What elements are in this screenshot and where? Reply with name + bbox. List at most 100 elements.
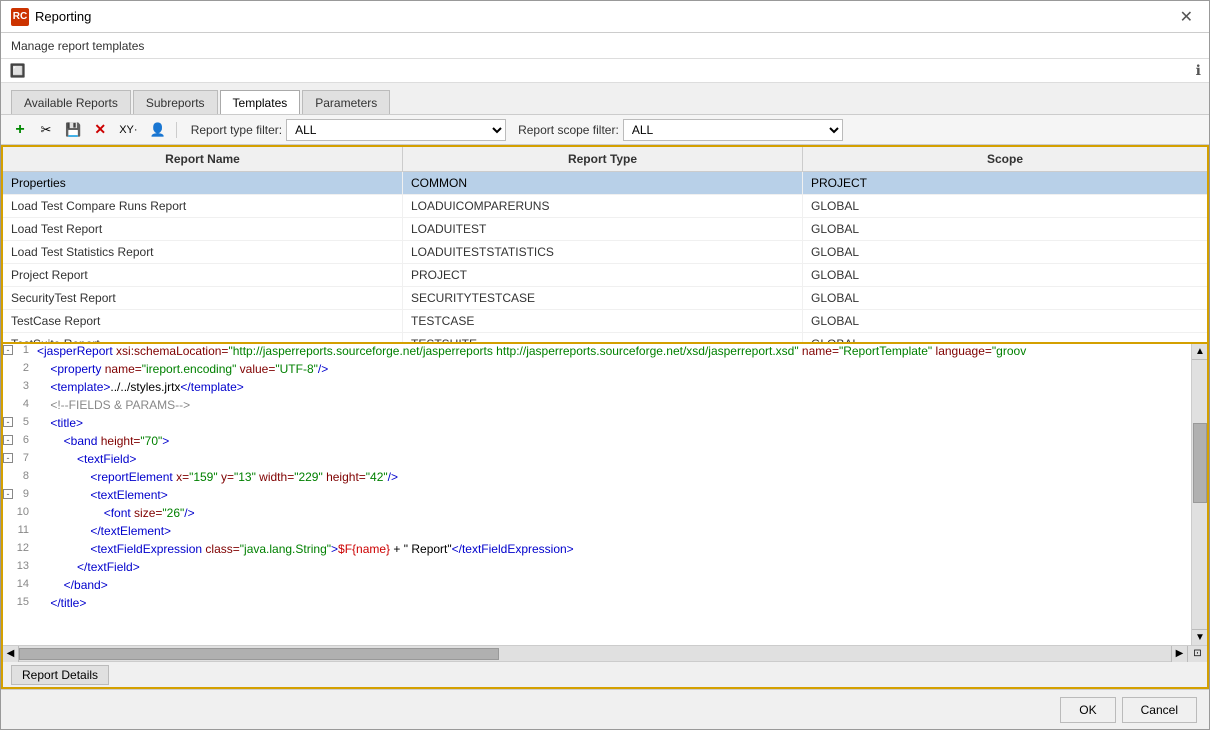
person-button[interactable]: 👤 — [146, 119, 170, 141]
code-token-value: "http://jasperreports.sourceforge.net/ja… — [228, 344, 798, 358]
line-number: 10 — [15, 506, 29, 518]
line-number: 3 — [15, 380, 29, 392]
code-editor[interactable]: -1<jasperReport xsi:schemaLocation="http… — [3, 344, 1191, 645]
main-dialog: RC Reporting ✕ Manage report templates 🔲… — [0, 0, 1210, 730]
fold-icon[interactable]: - — [3, 453, 13, 463]
app-icon: RC — [11, 8, 29, 26]
cell-name: Properties — [3, 172, 403, 194]
vertical-scrollbar[interactable]: ▲ ▼ — [1191, 344, 1207, 645]
code-line: 8 <reportElement x="159" y="13" width="2… — [3, 470, 1175, 488]
code-line: 13 </textField> — [3, 560, 1175, 578]
line-number: 15 — [15, 596, 29, 608]
tab-templates[interactable]: Templates — [220, 90, 301, 114]
report-type-filter-label: Report type filter: — [191, 123, 282, 137]
code-token-value: "159" — [189, 470, 218, 484]
table-row[interactable]: Project ReportPROJECTGLOBAL — [3, 264, 1207, 287]
tab-parameters[interactable]: Parameters — [302, 90, 390, 114]
code-content[interactable]: <template>../../styles.jrtx</template> — [33, 380, 1175, 394]
tab-subreports[interactable]: Subreports — [133, 90, 218, 114]
line-gutter: -1 — [3, 344, 33, 356]
ok-button[interactable]: OK — [1060, 697, 1115, 723]
line-number: 6 — [15, 434, 29, 446]
line-number: 1 — [15, 344, 29, 356]
delete-button[interactable]: ✕ — [89, 119, 111, 141]
col-header-type: Report Type — [403, 147, 803, 171]
table-body: PropertiesCOMMONPROJECTLoad Test Compare… — [3, 172, 1207, 342]
code-content[interactable]: <textFieldExpression class="java.lang.St… — [33, 542, 1175, 556]
scroll-left-btn[interactable]: ◀ — [3, 646, 19, 662]
code-content[interactable]: <font size="26"/> — [33, 506, 1175, 520]
code-token-attr: width= — [256, 470, 294, 484]
line-number: 4 — [15, 398, 29, 410]
horizontal-scrollbar[interactable]: ◀ ▶ ⊡ — [3, 645, 1207, 661]
code-content[interactable]: <textField> — [33, 452, 1175, 466]
hscroll-thumb[interactable] — [19, 648, 499, 660]
code-token-value: "java.lang.String" — [240, 542, 331, 556]
code-content[interactable]: <!--FIELDS & PARAMS--> — [33, 398, 1175, 412]
line-gutter: 3 — [3, 380, 33, 392]
code-content[interactable]: <reportElement x="159" y="13" width="229… — [33, 470, 1175, 484]
scroll-corner[interactable]: ⊡ — [1187, 646, 1207, 662]
dialog-footer: OK Cancel — [1, 689, 1209, 729]
save-button[interactable]: 💾 — [61, 119, 85, 141]
code-token-value: "70" — [140, 434, 162, 448]
report-type-filter-select[interactable]: ALL COMMON LOADUICOMPARERUNS LOADUITEST — [286, 119, 506, 141]
code-content[interactable]: <textElement> — [33, 488, 1175, 502]
line-number: 14 — [15, 578, 29, 590]
tab-available-reports[interactable]: Available Reports — [11, 90, 131, 114]
code-content[interactable]: </title> — [33, 596, 1175, 610]
fold-icon[interactable]: - — [3, 417, 13, 427]
xy-button[interactable]: XY· — [115, 119, 141, 141]
cancel-button[interactable]: Cancel — [1122, 697, 1197, 723]
title-bar: RC Reporting ✕ — [1, 1, 1209, 33]
code-token-attr: name= — [799, 344, 839, 358]
close-button[interactable]: ✕ — [1174, 5, 1199, 29]
report-details-button[interactable]: Report Details — [11, 665, 109, 685]
cell-name: Load Test Report — [3, 218, 403, 240]
table-row[interactable]: Load Test Compare Runs ReportLOADUICOMPA… — [3, 195, 1207, 218]
code-content[interactable]: </textField> — [33, 560, 1175, 574]
fold-icon[interactable]: - — [3, 489, 13, 499]
code-content[interactable]: </band> — [33, 578, 1175, 592]
col-header-name: Report Name — [3, 147, 403, 171]
vscroll-thumb[interactable] — [1193, 423, 1207, 503]
code-token-value: "229" — [294, 470, 323, 484]
cut-button[interactable]: ✂ — [35, 119, 57, 141]
fold-icon[interactable]: - — [3, 435, 13, 445]
code-token-comment: <!--FIELDS & PARAMS--> — [50, 398, 190, 412]
small-icon-button[interactable]: 🔲 — [9, 62, 27, 80]
cell-scope: GLOBAL — [803, 264, 1207, 286]
cell-scope: GLOBAL — [803, 310, 1207, 332]
add-button[interactable]: + — [9, 119, 31, 141]
code-content[interactable]: <title> — [33, 416, 1175, 430]
code-line: 14 </band> — [3, 578, 1175, 596]
code-line: -9 <textElement> — [3, 488, 1175, 506]
tabs-bar: Available Reports Subreports Templates P… — [1, 83, 1209, 115]
code-token-tag: <reportElement — [90, 470, 176, 484]
code-token-value: "ReportTemplate" — [839, 344, 932, 358]
scroll-up-btn[interactable]: ▲ — [1192, 344, 1207, 360]
code-content[interactable]: <band height="70"> — [33, 434, 1175, 448]
cell-scope: GLOBAL — [803, 333, 1207, 342]
code-content[interactable]: <property name="ireport.encoding" value=… — [33, 362, 1175, 376]
table-row[interactable]: TestCase ReportTESTCASEGLOBAL — [3, 310, 1207, 333]
table-row[interactable]: TestSuite ReportTESTSUITEGLOBAL — [3, 333, 1207, 342]
table-row[interactable]: Load Test ReportLOADUITESTGLOBAL — [3, 218, 1207, 241]
line-gutter: 14 — [3, 578, 33, 590]
table-row[interactable]: Load Test Statistics ReportLOADUITESTSTA… — [3, 241, 1207, 264]
fold-icon[interactable]: - — [3, 345, 13, 355]
line-number: 2 — [15, 362, 29, 374]
code-token-attr: class= — [205, 542, 239, 556]
scroll-right-btn[interactable]: ▶ — [1171, 646, 1187, 662]
code-content[interactable]: </textElement> — [33, 524, 1175, 538]
code-token-attr: name= — [105, 362, 142, 376]
code-content[interactable]: <jasperReport xsi:schemaLocation="http:/… — [33, 344, 1175, 358]
code-token-special: $F{name} — [338, 542, 390, 556]
table-row[interactable]: PropertiesCOMMONPROJECT — [3, 172, 1207, 195]
code-line: 4 <!--FIELDS & PARAMS--> — [3, 398, 1175, 416]
table-row[interactable]: SecurityTest ReportSECURITYTESTCASEGLOBA… — [3, 287, 1207, 310]
scroll-down-btn[interactable]: ▼ — [1192, 629, 1207, 645]
report-scope-filter-select[interactable]: ALL PROJECT GLOBAL — [623, 119, 843, 141]
cell-name: TestCase Report — [3, 310, 403, 332]
cell-type: TESTCASE — [403, 310, 803, 332]
